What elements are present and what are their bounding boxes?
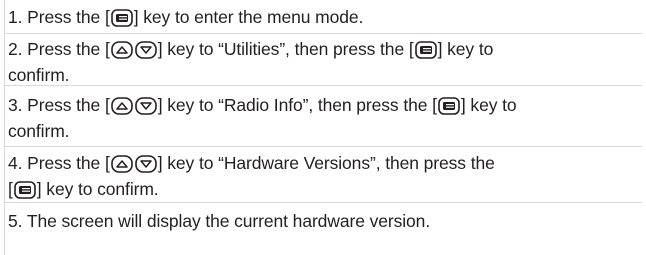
up-arrow-key-icon: [110, 41, 133, 59]
step-divider: [4, 202, 642, 203]
step-margin-line: [4, 33, 5, 85]
step-5: 5. The screen will display the current h…: [8, 208, 642, 234]
step-margin-line: [4, 0, 5, 33]
step-text: ] key to: [460, 95, 517, 115]
step-number: 4.: [8, 153, 23, 173]
menu-key-icon: [13, 181, 36, 199]
step-text: ] key to enter the menu mode.: [133, 7, 364, 27]
menu-key-icon: [110, 9, 133, 27]
menu-key-icon: [438, 97, 460, 115]
step-text: Press the [: [27, 39, 110, 59]
step-text: ] key to “Hardware Versions”, then press…: [157, 153, 495, 173]
step-text: confirm.: [8, 121, 70, 141]
step-number: 2.: [8, 39, 23, 59]
step-divider: [4, 146, 642, 147]
step-number: 1.: [8, 7, 23, 27]
step-margin-line: [4, 202, 5, 255]
step-text: ] key to confirm.: [36, 179, 159, 199]
instruction-steps: 1. Press the [ ] key to enter the menu mo…: [0, 0, 646, 255]
step-text: ] key to “Utilities”, then press the [: [157, 39, 414, 59]
step-2: 2. Press the [ ] key to “Utilities”, then…: [8, 36, 642, 88]
up-arrow-key-icon: [110, 155, 133, 173]
step-number: 3.: [8, 95, 23, 115]
step-3: 3. Press the [ ] key to “Radio Info”, the…: [8, 92, 642, 144]
menu-key-icon: [414, 41, 437, 59]
step-text: ] key to: [437, 39, 494, 59]
down-arrow-key-icon: [134, 97, 157, 115]
step-4: 4. Press the [ ] key to “Hardware Version…: [8, 150, 642, 202]
step-text: ] key to “Radio Info”, then press the [: [157, 95, 437, 115]
step-text: Press the [: [27, 153, 110, 173]
step-number: 5.: [8, 211, 23, 231]
step-margin-line: [4, 146, 5, 202]
step-1: 1. Press the [ ] key to enter the menu mo…: [8, 4, 642, 30]
down-arrow-key-icon: [134, 41, 157, 59]
step-text: [: [8, 179, 13, 199]
down-arrow-key-icon: [134, 155, 157, 173]
step-text: confirm.: [8, 65, 70, 85]
step-text: The screen will display the current hard…: [26, 211, 431, 231]
up-arrow-key-icon: [110, 97, 133, 115]
step-divider: [4, 33, 642, 34]
step-margin-line: [4, 85, 5, 146]
step-text: Press the [: [27, 7, 110, 27]
step-text: Press the [: [27, 95, 110, 115]
